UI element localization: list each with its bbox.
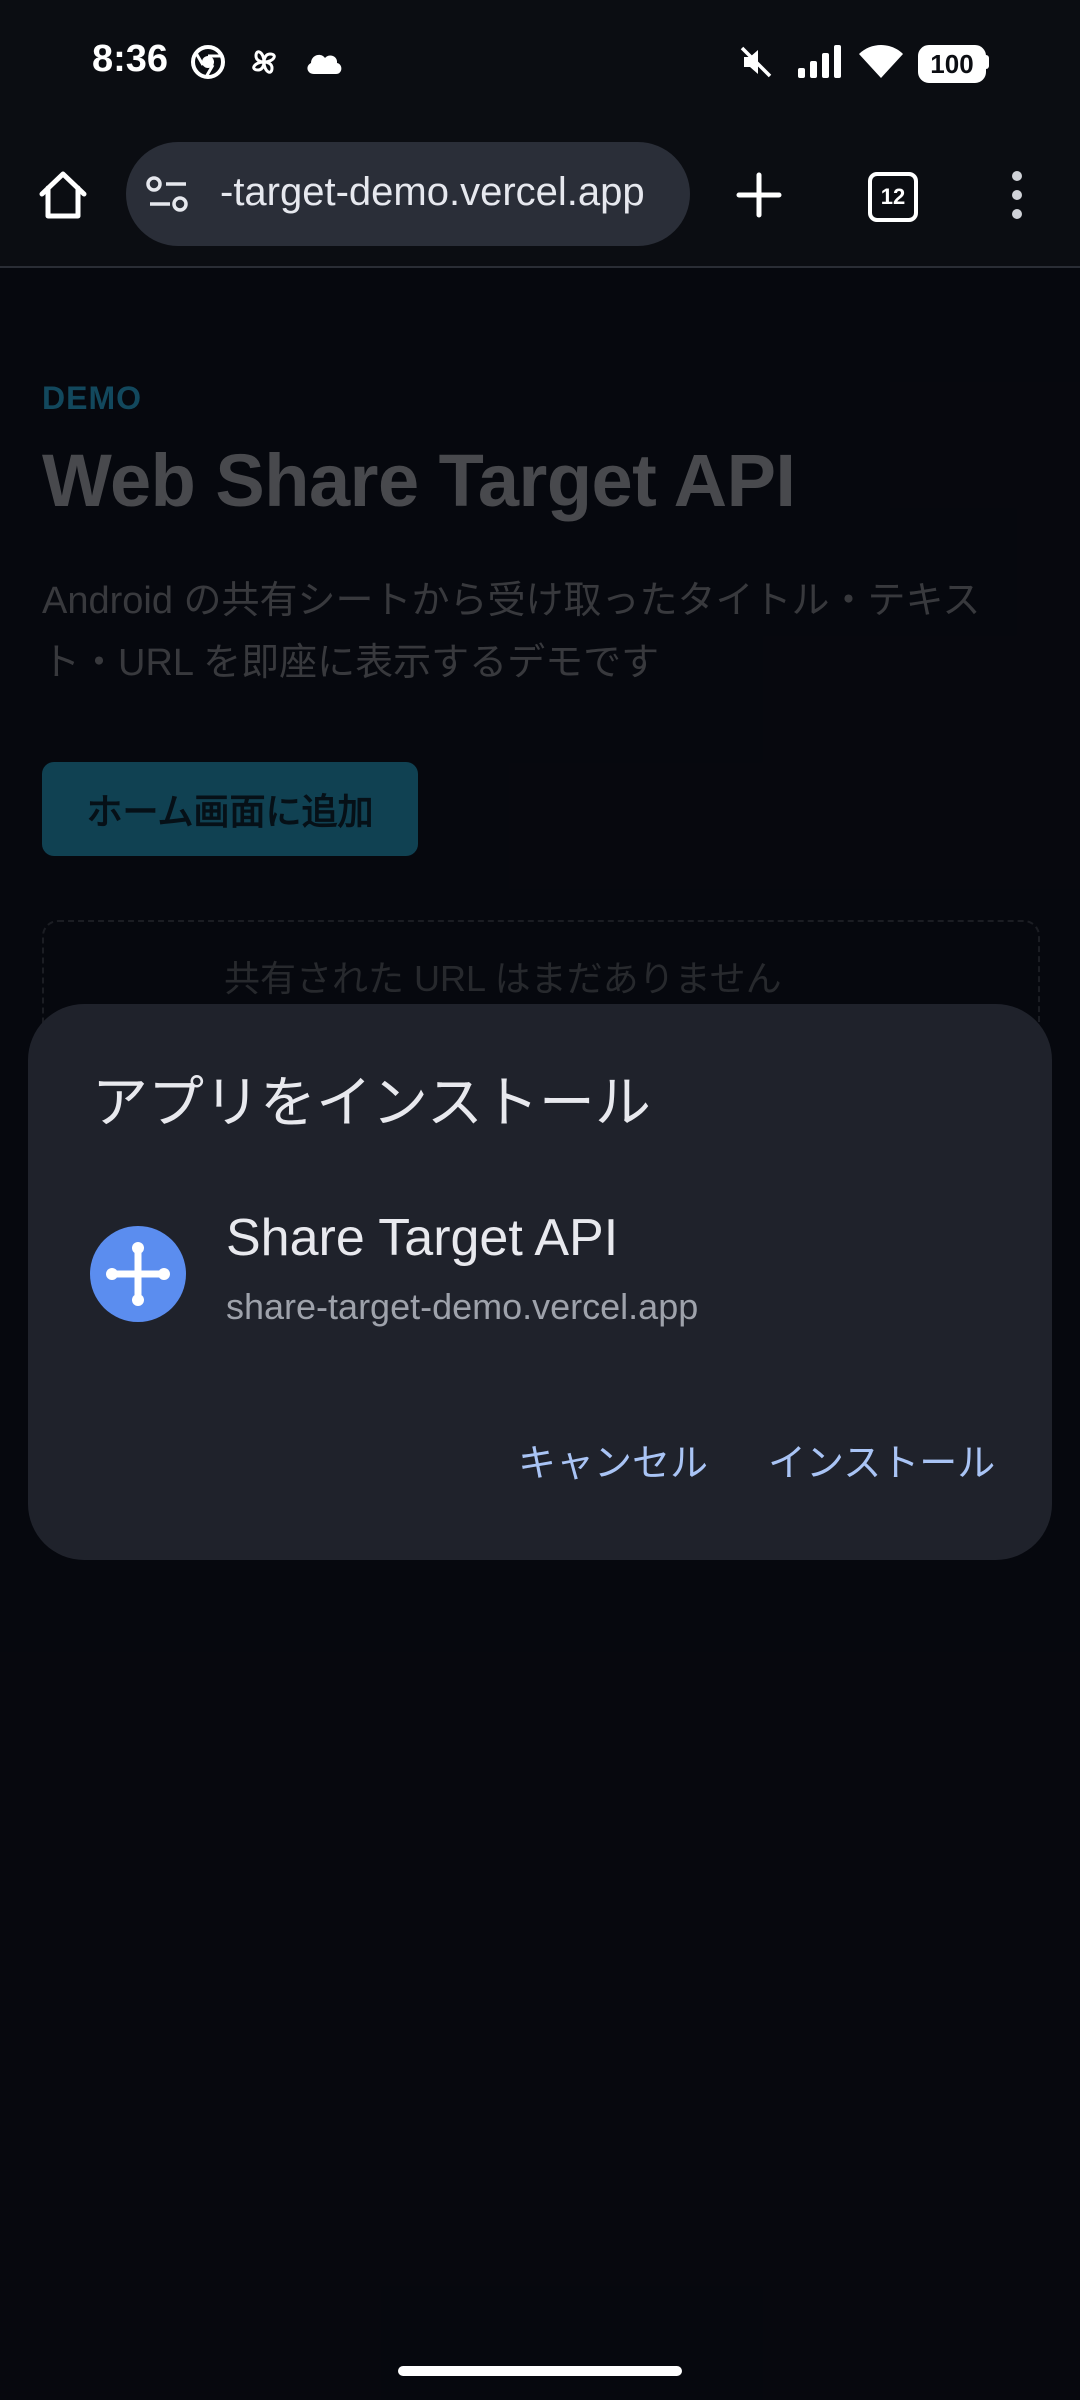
install-button[interactable]: インストール <box>768 1424 995 1494</box>
mute-icon <box>740 46 772 78</box>
dialog-title: アプリをインストール <box>92 1071 651 1134</box>
wifi-icon <box>859 45 903 78</box>
url-bar[interactable]: -target-demo.vercel.app <box>126 142 690 246</box>
browser-toolbar: -target-demo.vercel.app 12 <box>0 124 1080 268</box>
cloud-icon <box>307 54 342 74</box>
app-name: Share Target API <box>226 1209 619 1267</box>
more-menu-icon[interactable] <box>1004 168 1030 222</box>
status-time: 8:36 <box>92 38 169 80</box>
url-text[interactable]: -target-demo.vercel.app <box>220 170 645 215</box>
home-icon[interactable] <box>36 168 90 222</box>
new-tab-icon[interactable] <box>736 172 782 218</box>
cancel-button[interactable]: キャンセル <box>518 1424 708 1494</box>
tab-switcher-icon[interactable]: 12 <box>868 172 918 222</box>
signal-icon <box>798 45 841 78</box>
app-url: share-target-demo.vercel.app <box>226 1286 699 1327</box>
status-bar: 8:36 100 <box>0 0 1080 124</box>
chrome-icon <box>191 45 225 79</box>
battery-icon: 100 <box>918 45 986 83</box>
gesture-home-indicator[interactable] <box>398 2366 682 2376</box>
install-dialog: アプリをインストール Share Target API share-target… <box>28 1004 1052 1560</box>
app-icon <box>90 1226 186 1322</box>
site-settings-icon[interactable] <box>146 174 190 214</box>
pinwheel-icon <box>252 50 276 74</box>
battery-tip <box>984 55 989 69</box>
